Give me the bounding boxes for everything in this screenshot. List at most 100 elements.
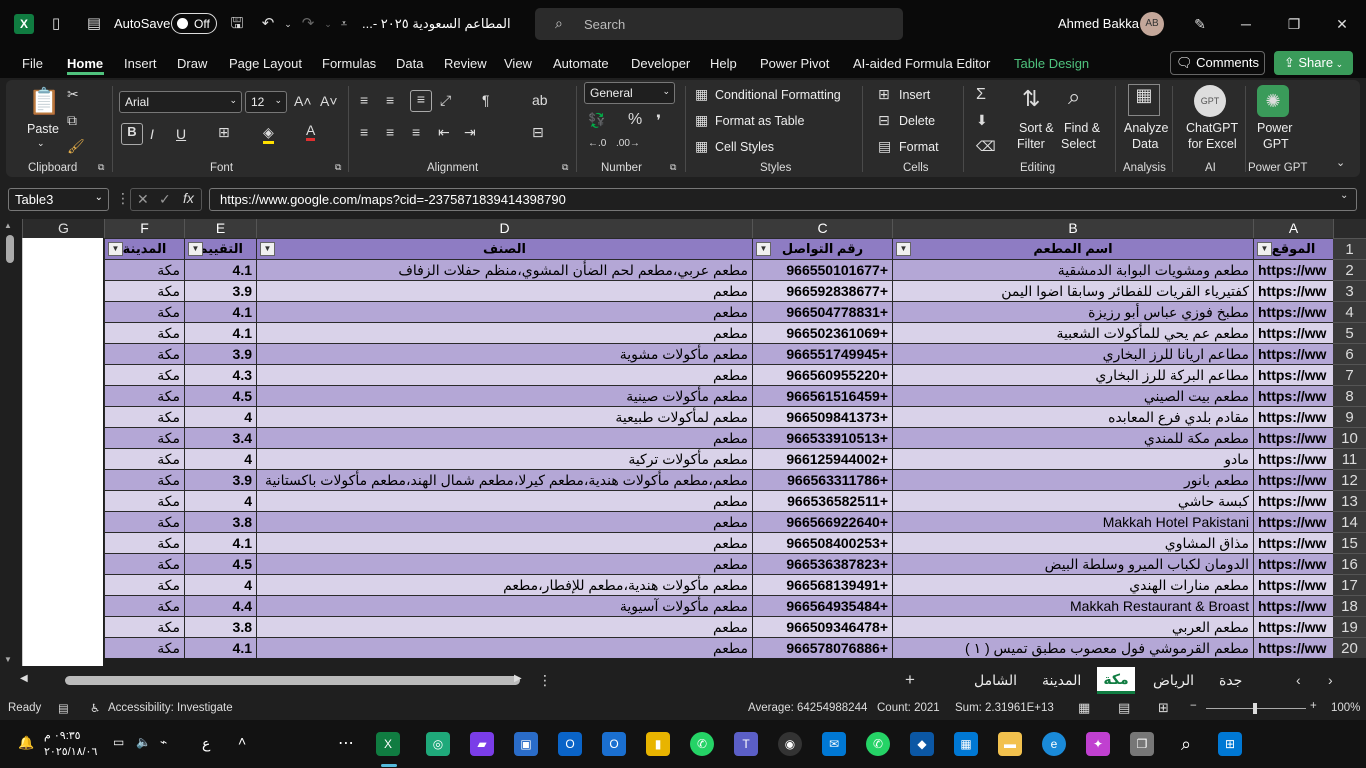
table-cell-c[interactable]: +966592838677 bbox=[752, 280, 892, 301]
clear-icon[interactable]: ⌫ bbox=[976, 138, 996, 155]
analyze-data-label-2[interactable]: Data bbox=[1132, 137, 1158, 151]
table-cell-f[interactable]: مكة bbox=[104, 427, 184, 448]
table-cell-f[interactable]: مكة bbox=[104, 595, 184, 616]
copy-icon[interactable]: ⧉ bbox=[67, 112, 77, 129]
taskbar-date[interactable]: ٢٠٢٥/١٨/٠٦ bbox=[44, 745, 97, 758]
table-cell-d[interactable]: مطعم bbox=[256, 637, 752, 658]
align-left-icon[interactable]: ≡ bbox=[360, 124, 368, 140]
table-cell-c[interactable]: +966560955220 bbox=[752, 364, 892, 385]
table-cell-f[interactable]: مكة bbox=[104, 511, 184, 532]
table-cell-e[interactable]: 4.1 bbox=[184, 301, 256, 322]
table-cell-f[interactable]: مكة bbox=[104, 616, 184, 637]
table-cell-e[interactable]: 4 bbox=[184, 574, 256, 595]
sheet-tab-riyadh[interactable]: الرياض bbox=[1153, 672, 1194, 689]
table-cell-b[interactable]: مطعم عم يحي للمأكولات الشعبية bbox=[892, 322, 1253, 343]
table-cell-e[interactable]: 4.4 bbox=[184, 595, 256, 616]
table-cell-a[interactable]: https://ww bbox=[1253, 574, 1333, 595]
copilot-icon[interactable]: ✦ bbox=[1086, 732, 1110, 756]
undo-icon[interactable]: ↶ bbox=[258, 14, 278, 34]
number-format-select[interactable]: General ⌄ bbox=[584, 82, 675, 104]
row-header[interactable]: 3 bbox=[1333, 280, 1366, 301]
table-cell-e[interactable]: 4.1 bbox=[184, 322, 256, 343]
row-header[interactable]: 13 bbox=[1333, 490, 1366, 511]
more-options-icon[interactable]: ⋮ bbox=[538, 672, 552, 689]
enter-icon[interactable]: ✓ bbox=[159, 191, 171, 208]
table-cell-d[interactable]: مطعم bbox=[256, 511, 752, 532]
table-header-cell[interactable]: الصنف ▼ bbox=[256, 238, 752, 259]
increase-indent-icon[interactable]: ⇥ bbox=[464, 124, 476, 141]
table-cell-c[interactable]: +966561516459 bbox=[752, 385, 892, 406]
zoom-in-icon[interactable]: + bbox=[1310, 700, 1317, 712]
sort-filter-icon[interactable]: ⇅ bbox=[1022, 86, 1040, 112]
table-cell-b[interactable]: مطعم منارات الهندي bbox=[892, 574, 1253, 595]
app-icon[interactable]: ▣ bbox=[514, 732, 538, 756]
table-cell-e[interactable]: 3.8 bbox=[184, 616, 256, 637]
table-cell-d[interactable]: مطعم مأكولات هندية،مطعم للإفطار،مطعم bbox=[256, 574, 752, 595]
column-header-d[interactable]: D bbox=[256, 219, 752, 238]
table-cell-f[interactable]: مكة bbox=[104, 469, 184, 490]
spreadsheet-grid[interactable]: G F E D C B A ▲ ▼ المدينة ▼ التقييم ▼ الصنف ▼… bbox=[0, 219, 1366, 666]
row-header[interactable]: 2 bbox=[1333, 259, 1366, 280]
font-launcher-icon[interactable]: ⧉ bbox=[335, 162, 341, 173]
table-cell-c[interactable]: +966564935484 bbox=[752, 595, 892, 616]
align-middle-icon[interactable]: ≡ bbox=[386, 92, 394, 108]
select-all-corner[interactable] bbox=[1333, 219, 1366, 238]
table-cell-f[interactable]: مكة bbox=[104, 301, 184, 322]
table-cell-d[interactable]: مطعم bbox=[256, 427, 752, 448]
scroll-right-icon[interactable]: ▶ bbox=[514, 673, 522, 684]
power-gpt-label-1[interactable]: Power bbox=[1257, 121, 1292, 135]
table-cell-b[interactable]: مطاعم البركة للرز البخاري bbox=[892, 364, 1253, 385]
table-cell-d[interactable]: مطعم مأكولات آسيوية bbox=[256, 595, 752, 616]
minimize-icon[interactable]: ─ bbox=[1234, 12, 1258, 36]
table-cell-d[interactable]: مطعم لمأكولات طبيعية bbox=[256, 406, 752, 427]
row-header[interactable]: 17 bbox=[1333, 574, 1366, 595]
table-cell-b[interactable]: مطعم ومشويات البوابة الدمشقية bbox=[892, 259, 1253, 280]
expand-formula-icon[interactable]: ⌄ bbox=[1340, 190, 1348, 201]
menu-table-design[interactable]: Table Design bbox=[1014, 56, 1089, 71]
table-cell-e[interactable]: 4.1 bbox=[184, 259, 256, 280]
notification-icon[interactable]: 🔔 bbox=[18, 735, 34, 751]
row-header[interactable]: 18 bbox=[1333, 595, 1366, 616]
row-header[interactable]: 15 bbox=[1333, 532, 1366, 553]
menu-page-layout[interactable]: Page Layout bbox=[229, 56, 302, 71]
filter-dropdown-icon[interactable]: ▼ bbox=[1257, 242, 1272, 256]
scroll-up-icon[interactable]: ▲ bbox=[4, 221, 12, 230]
row-header[interactable]: 12 bbox=[1333, 469, 1366, 490]
normal-view-icon[interactable]: ▦ bbox=[1078, 700, 1090, 716]
table-cell-a[interactable]: https://ww bbox=[1253, 532, 1333, 553]
table-cell-c[interactable]: +966551749945 bbox=[752, 343, 892, 364]
table-cell-e[interactable]: 3.4 bbox=[184, 427, 256, 448]
table-cell-c[interactable]: +966578076886 bbox=[752, 637, 892, 658]
borders-icon[interactable]: ⊞ bbox=[218, 124, 230, 141]
italic-button[interactable]: I bbox=[150, 126, 154, 142]
underline-button[interactable]: U bbox=[176, 126, 186, 142]
menu-draw[interactable]: Draw bbox=[177, 56, 207, 71]
table-cell-b[interactable]: Makkah Restaurant & Broast bbox=[892, 595, 1253, 616]
row-header[interactable]: 7 bbox=[1333, 364, 1366, 385]
row-header[interactable]: 16 bbox=[1333, 553, 1366, 574]
fill-icon[interactable]: ⬇ bbox=[976, 112, 988, 129]
column-header-a[interactable]: A bbox=[1253, 219, 1333, 238]
vertical-scrollbar[interactable] bbox=[6, 235, 14, 263]
app-icon[interactable]: ◎ bbox=[426, 732, 450, 756]
increase-font-icon[interactable]: A˄ bbox=[294, 93, 312, 109]
table-cell-a[interactable]: https://ww bbox=[1253, 637, 1333, 658]
sheet-tab-makkah[interactable]: مكة bbox=[1097, 667, 1135, 694]
power-gpt-label-2[interactable]: GPT bbox=[1263, 137, 1289, 151]
page-break-view-icon[interactable]: ⊞ bbox=[1158, 700, 1169, 716]
fill-color-icon[interactable]: ◈ bbox=[263, 124, 274, 144]
analyze-data-icon[interactable]: ▦ bbox=[1128, 84, 1160, 116]
file-explorer-icon[interactable]: ▬ bbox=[998, 732, 1022, 756]
wrap-text-icon[interactable]: ab bbox=[532, 92, 548, 108]
clipboard-launcher-icon[interactable]: ⧉ bbox=[98, 162, 104, 173]
paste-dropdown-icon[interactable]: ⌄ bbox=[37, 138, 45, 149]
table-cell-a[interactable]: https://ww bbox=[1253, 364, 1333, 385]
table-cell-a[interactable]: https://ww bbox=[1253, 427, 1333, 448]
whatsapp-icon[interactable]: ✆ bbox=[866, 732, 890, 756]
format-cells-icon[interactable]: ▤ bbox=[878, 138, 891, 155]
table-cell-b[interactable]: Makkah Hotel Pakistani bbox=[892, 511, 1253, 532]
save-icon[interactable]: 🖫 bbox=[227, 14, 247, 34]
table-cell-a[interactable]: https://ww bbox=[1253, 616, 1333, 637]
undo-dropdown-icon[interactable]: ⌄ bbox=[278, 14, 298, 34]
table-cell-b[interactable]: مطعم بيت الصيني bbox=[892, 385, 1253, 406]
